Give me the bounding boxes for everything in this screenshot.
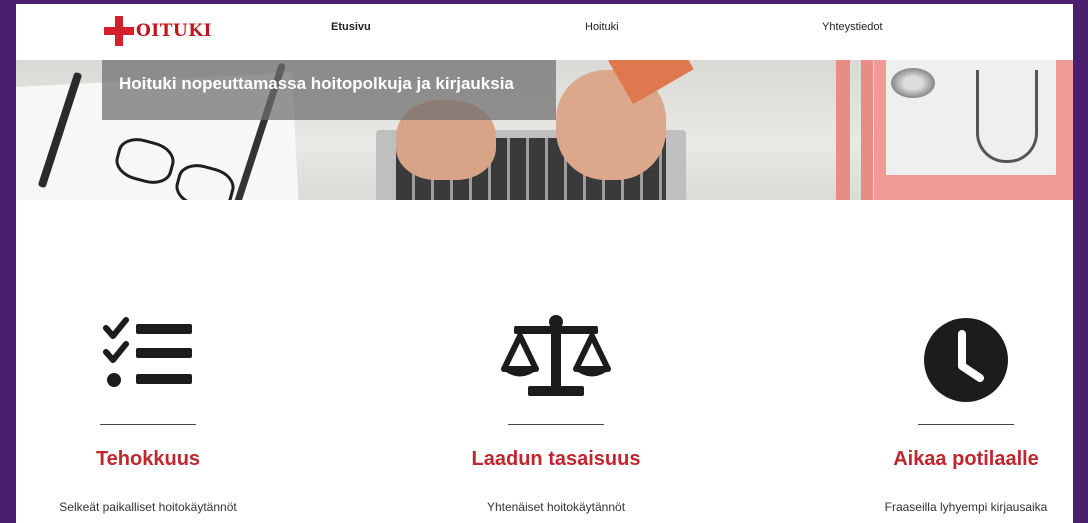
feature-title: Tehokkuus	[95, 448, 201, 470]
hero-image: Hoituki nopeuttamassa hoitopolkuja ja ki…	[16, 60, 1073, 200]
medical-cross-icon	[104, 16, 134, 46]
checklist-icon	[103, 317, 192, 387]
feature-description: Yhtenäiset hoitokäytännöt	[486, 500, 626, 514]
page: OITUKI Etusivu Hoituki Yhteystiedot Hoit…	[16, 4, 1073, 523]
feature-divider	[918, 424, 1014, 425]
scales-icon	[501, 315, 611, 396]
feature-description: Selkeät paikalliset hoitokäytännöt	[59, 500, 237, 514]
nav-item-hoituki[interactable]: Hoituki	[585, 21, 619, 33]
feature-title: Laadun tasaisuus	[471, 448, 641, 470]
clock-icon	[924, 318, 1008, 402]
feature-divider	[100, 424, 196, 425]
feature-title: Aikaa potilaalle	[893, 448, 1039, 470]
feature-description: Fraaseilla lyhyempi kirjausaika	[884, 500, 1048, 514]
site-header: OITUKI Etusivu Hoituki Yhteystiedot	[16, 4, 1073, 60]
nav-item-yhteystiedot[interactable]: Yhteystiedot	[822, 21, 883, 33]
site-logo[interactable]: OITUKI	[104, 14, 212, 48]
feature-divider	[508, 424, 604, 425]
hero-title: Hoituki nopeuttamassa hoitopolkuja ja ki…	[119, 74, 514, 93]
nav-item-etusivu[interactable]: Etusivu	[331, 21, 371, 33]
logo-text: OITUKI	[136, 21, 212, 41]
